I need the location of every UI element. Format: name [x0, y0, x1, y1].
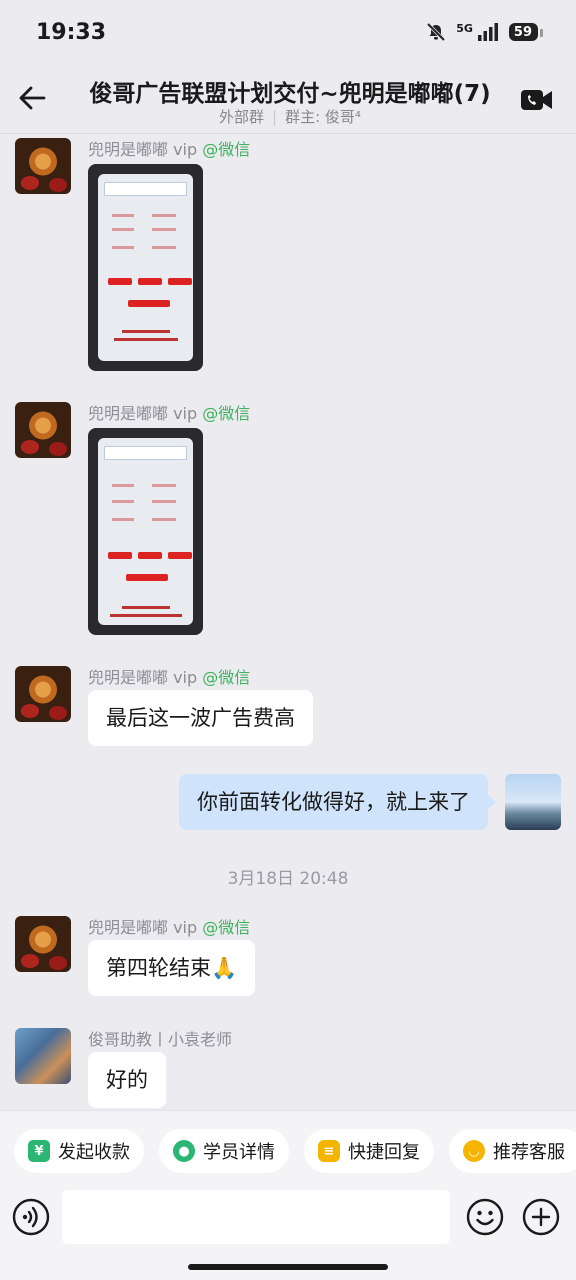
message-bubble[interactable]: 好的 — [88, 1052, 166, 1108]
mute-icon — [426, 22, 446, 42]
image-message[interactable] — [88, 428, 203, 635]
plus-icon[interactable] — [522, 1198, 560, 1236]
sender-name: 俊哥助教丨小袁老师 — [88, 1030, 233, 1049]
network-label: 5G — [456, 22, 473, 35]
quick-reply-icon: ≡ — [318, 1140, 340, 1162]
timestamp: 3月18日 20:48 — [227, 869, 349, 889]
status-bar: 19:33 5G 59 — [0, 0, 576, 68]
recommend-icon: ◡ — [463, 1140, 485, 1162]
status-time: 19:33 — [36, 20, 107, 45]
emoji-icon[interactable] — [466, 1198, 504, 1236]
quick-action-bar: ¥ 发起收款 ● 学员详情 ≡ 快捷回复 ◡ 推荐客服 — [0, 1110, 576, 1190]
message-item: 俊哥助教丨小袁老师 好的 — [0, 1024, 576, 1110]
message-item: 兜明是嘟嘟 vip @微信 — [0, 398, 576, 638]
message-list[interactable]: 兜明是嘟嘟 vip @微信 兜明是嘟嘟 vip @微信 兜明是嘟嘟 vip @微… — [0, 134, 576, 1110]
payment-button[interactable]: ¥ 发起收款 — [14, 1129, 144, 1173]
avatar[interactable] — [505, 774, 561, 830]
avatar[interactable] — [15, 138, 71, 194]
message-item: 兜明是嘟嘟 vip @微信 最后这一波广告费高 — [0, 662, 576, 752]
chat-subtitle: 外部群 | 群主: 俊哥⁴ — [70, 106, 510, 127]
student-icon: ● — [173, 1140, 195, 1162]
signal-icon — [477, 23, 498, 41]
sender-name: 兜明是嘟嘟 vip @微信 — [88, 140, 251, 159]
message-item: 兜明是嘟嘟 vip @微信 第四轮结束🙏 — [0, 912, 576, 1002]
avatar[interactable] — [15, 666, 71, 722]
message-item: 兜明是嘟嘟 vip @微信 — [0, 134, 576, 374]
sender-name: 兜明是嘟嘟 vip @微信 — [88, 668, 251, 687]
message-input[interactable] — [62, 1190, 450, 1244]
image-message[interactable] — [88, 164, 203, 371]
group-type: 外部群 — [219, 108, 265, 126]
student-details-button[interactable]: ● 学员详情 — [159, 1129, 289, 1173]
sender-name: 兜明是嘟嘟 vip @微信 — [88, 404, 251, 423]
divider: | — [272, 108, 278, 126]
message-bubble[interactable]: 你前面转化做得好，就上来了 — [179, 774, 496, 830]
message-item-self: 你前面转化做得好，就上来了 — [0, 772, 576, 836]
chat-title: 俊哥广告联盟计划交付~兜明是嘟嘟(7) — [89, 81, 491, 107]
payment-icon: ¥ — [28, 1140, 50, 1162]
group-owner: 群主: 俊哥⁴ — [285, 108, 361, 126]
video-call-icon[interactable] — [520, 88, 554, 112]
avatar[interactable] — [15, 916, 71, 972]
quick-reply-button[interactable]: ≡ 快捷回复 — [304, 1129, 434, 1173]
chat-header: 俊哥广告联盟计划交付~兜明是嘟嘟(7) 外部群 | 群主: 俊哥⁴ — [0, 68, 576, 134]
status-icons: 5G 59 — [426, 22, 544, 42]
avatar[interactable] — [15, 402, 71, 458]
message-bubble[interactable]: 第四轮结束🙏 — [88, 940, 256, 996]
sender-name: 兜明是嘟嘟 vip @微信 — [88, 918, 251, 937]
recommend-service-button[interactable]: ◡ 推荐客服 — [449, 1129, 576, 1173]
voice-icon[interactable] — [12, 1198, 50, 1236]
message-bubble[interactable]: 最后这一波广告费高 — [88, 690, 313, 746]
home-indicator[interactable] — [188, 1264, 388, 1270]
back-arrow-icon[interactable] — [14, 80, 50, 116]
avatar[interactable] — [15, 1028, 71, 1084]
battery-icon: 59 — [508, 23, 544, 41]
